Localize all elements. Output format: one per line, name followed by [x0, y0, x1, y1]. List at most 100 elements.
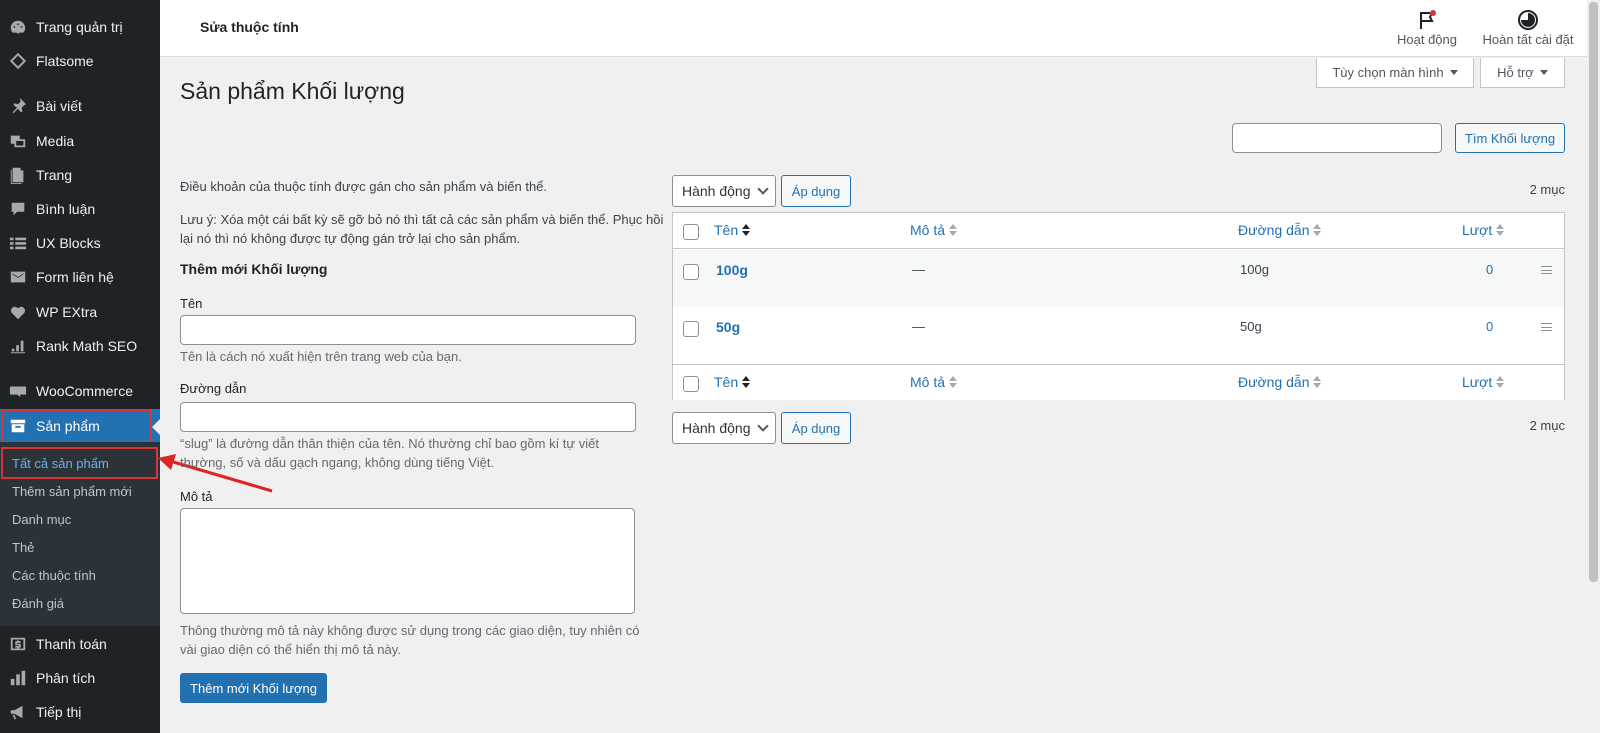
row-checkbox[interactable]: [683, 264, 699, 280]
term-name-link[interactable]: 100g: [716, 262, 748, 278]
flag-icon: [1392, 8, 1462, 32]
activity-label: Hoạt động: [1397, 32, 1457, 47]
progress-circle-icon: [1478, 8, 1578, 32]
sidebar-item-ux-blocks[interactable]: UX Blocks: [0, 226, 160, 260]
caret-down-icon: [1539, 70, 1548, 75]
term-name-link[interactable]: 50g: [716, 319, 740, 335]
sidebar-item-label: Bài viết: [36, 98, 82, 114]
select-all-checkbox[interactable]: [683, 224, 699, 240]
column-description[interactable]: Mô tả: [910, 374, 958, 390]
chart-icon: [8, 336, 28, 356]
sidebar-item-label: Rank Math SEO: [36, 338, 138, 354]
admin-sidebar: Trang quản trị Flatsome Bài viết Media T…: [0, 0, 160, 733]
select-all-checkbox[interactable]: [683, 376, 699, 392]
slug-field[interactable]: [180, 402, 636, 432]
term-count-link[interactable]: 0: [1486, 319, 1493, 334]
finish-setup-button[interactable]: Hoàn tất cài đặt: [1478, 8, 1578, 47]
sort-icon: [742, 376, 751, 388]
sidebar-item-label: Flatsome: [36, 53, 94, 69]
table-row[interactable]: 100g — 100g 0: [673, 250, 1564, 307]
sidebar-item-dashboard[interactable]: Trang quản trị: [0, 10, 160, 44]
description-help-line-2: vài giao diện có thể hiển thị mô tả này.: [180, 642, 401, 657]
row-checkbox[interactable]: [683, 321, 699, 337]
mail-icon: [8, 267, 28, 287]
sidebar-item-label: UX Blocks: [36, 235, 101, 251]
column-name[interactable]: Tên: [714, 374, 751, 390]
add-new-heading: Thêm mới Khối lượng: [180, 261, 328, 277]
column-count-label: Lượt: [1462, 374, 1493, 390]
submenu-categories[interactable]: Danh mục: [12, 512, 71, 527]
description-field[interactable]: [180, 508, 635, 614]
sort-icon: [949, 224, 958, 236]
name-field[interactable]: [180, 315, 636, 345]
sidebar-item-posts[interactable]: Bài viết: [0, 89, 160, 123]
sidebar-item-rank-math[interactable]: Rank Math SEO: [0, 329, 160, 363]
sidebar-item-analytics[interactable]: Phân tích: [0, 661, 160, 695]
column-name[interactable]: Tên: [714, 222, 751, 238]
sidebar-item-label: Media: [36, 133, 75, 149]
item-count-top: 2 mục: [1529, 182, 1565, 197]
apply-button-bottom[interactable]: Áp dụng: [781, 412, 851, 444]
column-description[interactable]: Mô tả: [910, 222, 958, 238]
sidebar-item-comments[interactable]: Bình luận: [0, 192, 160, 226]
sidebar-item-label: WooCommerce: [36, 383, 133, 399]
media-icon: [8, 131, 28, 151]
item-count-bottom: 2 mục: [1529, 418, 1565, 433]
drag-handle-icon[interactable]: [1541, 323, 1552, 331]
delete-note-line-1: Lưu ý: Xóa một cái bất kỳ sẽ gỡ bỏ nó th…: [180, 212, 664, 227]
column-count-label: Lượt: [1462, 222, 1493, 238]
table-footer: Tên Mô tả Đường dẫn Lượt: [673, 364, 1564, 400]
drag-handle-icon[interactable]: [1541, 266, 1552, 274]
submenu-add-product[interactable]: Thêm sản phẩm mới: [12, 484, 132, 499]
megaphone-icon: [8, 702, 28, 722]
sidebar-item-woocommerce[interactable]: WooCommerce: [0, 374, 160, 408]
bulk-action-select-bottom[interactable]: Hành động: [672, 412, 776, 444]
search-button[interactable]: Tìm Khối lượng: [1455, 123, 1565, 153]
sidebar-item-flatsome[interactable]: Flatsome: [0, 44, 160, 78]
apply-button-top[interactable]: Áp dụng: [781, 175, 851, 207]
screen-options-button[interactable]: Tùy chọn màn hình: [1316, 58, 1474, 88]
column-count[interactable]: Lượt: [1462, 374, 1505, 390]
term-count-link[interactable]: 0: [1486, 262, 1493, 277]
sidebar-item-label: Trang: [36, 167, 73, 183]
highlight-box-all-products: [1, 447, 158, 479]
bars-icon: [8, 668, 28, 688]
header-title: Sửa thuộc tính: [200, 19, 299, 35]
term-slug: 50g: [1240, 319, 1262, 334]
sidebar-item-label: Phân tích: [36, 670, 96, 686]
sidebar-item-label: Thanh toán: [36, 636, 107, 652]
term-slug: 100g: [1240, 262, 1269, 277]
sidebar-item-pages[interactable]: Trang: [0, 158, 160, 192]
sidebar-item-contact-form[interactable]: Form liên hệ: [0, 260, 160, 294]
submenu-reviews[interactable]: Đánh giá: [12, 596, 64, 611]
terms-table: Tên Mô tả Đường dẫn Lượt 100g — 100g 0 5…: [672, 212, 1565, 400]
search-input[interactable]: [1232, 123, 1442, 153]
column-slug[interactable]: Đường dẫn: [1238, 222, 1322, 238]
submenu-attributes[interactable]: Các thuộc tính: [12, 568, 96, 583]
description-help-line-1: Thông thường mô tả này không được sử dụn…: [180, 623, 640, 638]
caret-down-icon: [1449, 70, 1458, 75]
chevron-down-icon: [757, 420, 769, 432]
sidebar-item-wp-extra[interactable]: WP EXtra: [0, 295, 160, 329]
help-button[interactable]: Hỗ trợ: [1480, 58, 1565, 88]
sidebar-item-media[interactable]: Media: [0, 124, 160, 158]
column-slug[interactable]: Đường dẫn: [1238, 374, 1322, 390]
sidebar-item-label: Bình luận: [36, 201, 96, 217]
submenu-tags[interactable]: Thẻ: [12, 540, 34, 555]
scrollbar-thumb[interactable]: [1589, 2, 1598, 582]
page-icon: [8, 165, 28, 185]
add-new-submit-button[interactable]: Thêm mới Khối lượng: [180, 673, 327, 703]
sort-icon: [1313, 376, 1322, 388]
activity-button[interactable]: Hoạt động: [1392, 8, 1462, 47]
column-slug-label: Đường dẫn: [1238, 374, 1310, 390]
sidebar-item-payments[interactable]: Thanh toán: [0, 627, 160, 661]
attribute-intro: Điều khoản của thuộc tính được gán cho s…: [180, 179, 548, 194]
bulk-action-select-top[interactable]: Hành động: [672, 175, 776, 207]
sidebar-item-marketing[interactable]: Tiếp thị: [0, 695, 160, 729]
sidebar-item-label: WP EXtra: [36, 304, 98, 320]
column-count[interactable]: Lượt: [1462, 222, 1505, 238]
page-scrollbar[interactable]: [1587, 0, 1600, 733]
top-header: Sửa thuộc tính Hoạt động Hoàn tất cài đặ…: [160, 0, 1600, 57]
column-description-label: Mô tả: [910, 374, 946, 390]
table-row[interactable]: 50g — 50g 0: [673, 307, 1564, 364]
